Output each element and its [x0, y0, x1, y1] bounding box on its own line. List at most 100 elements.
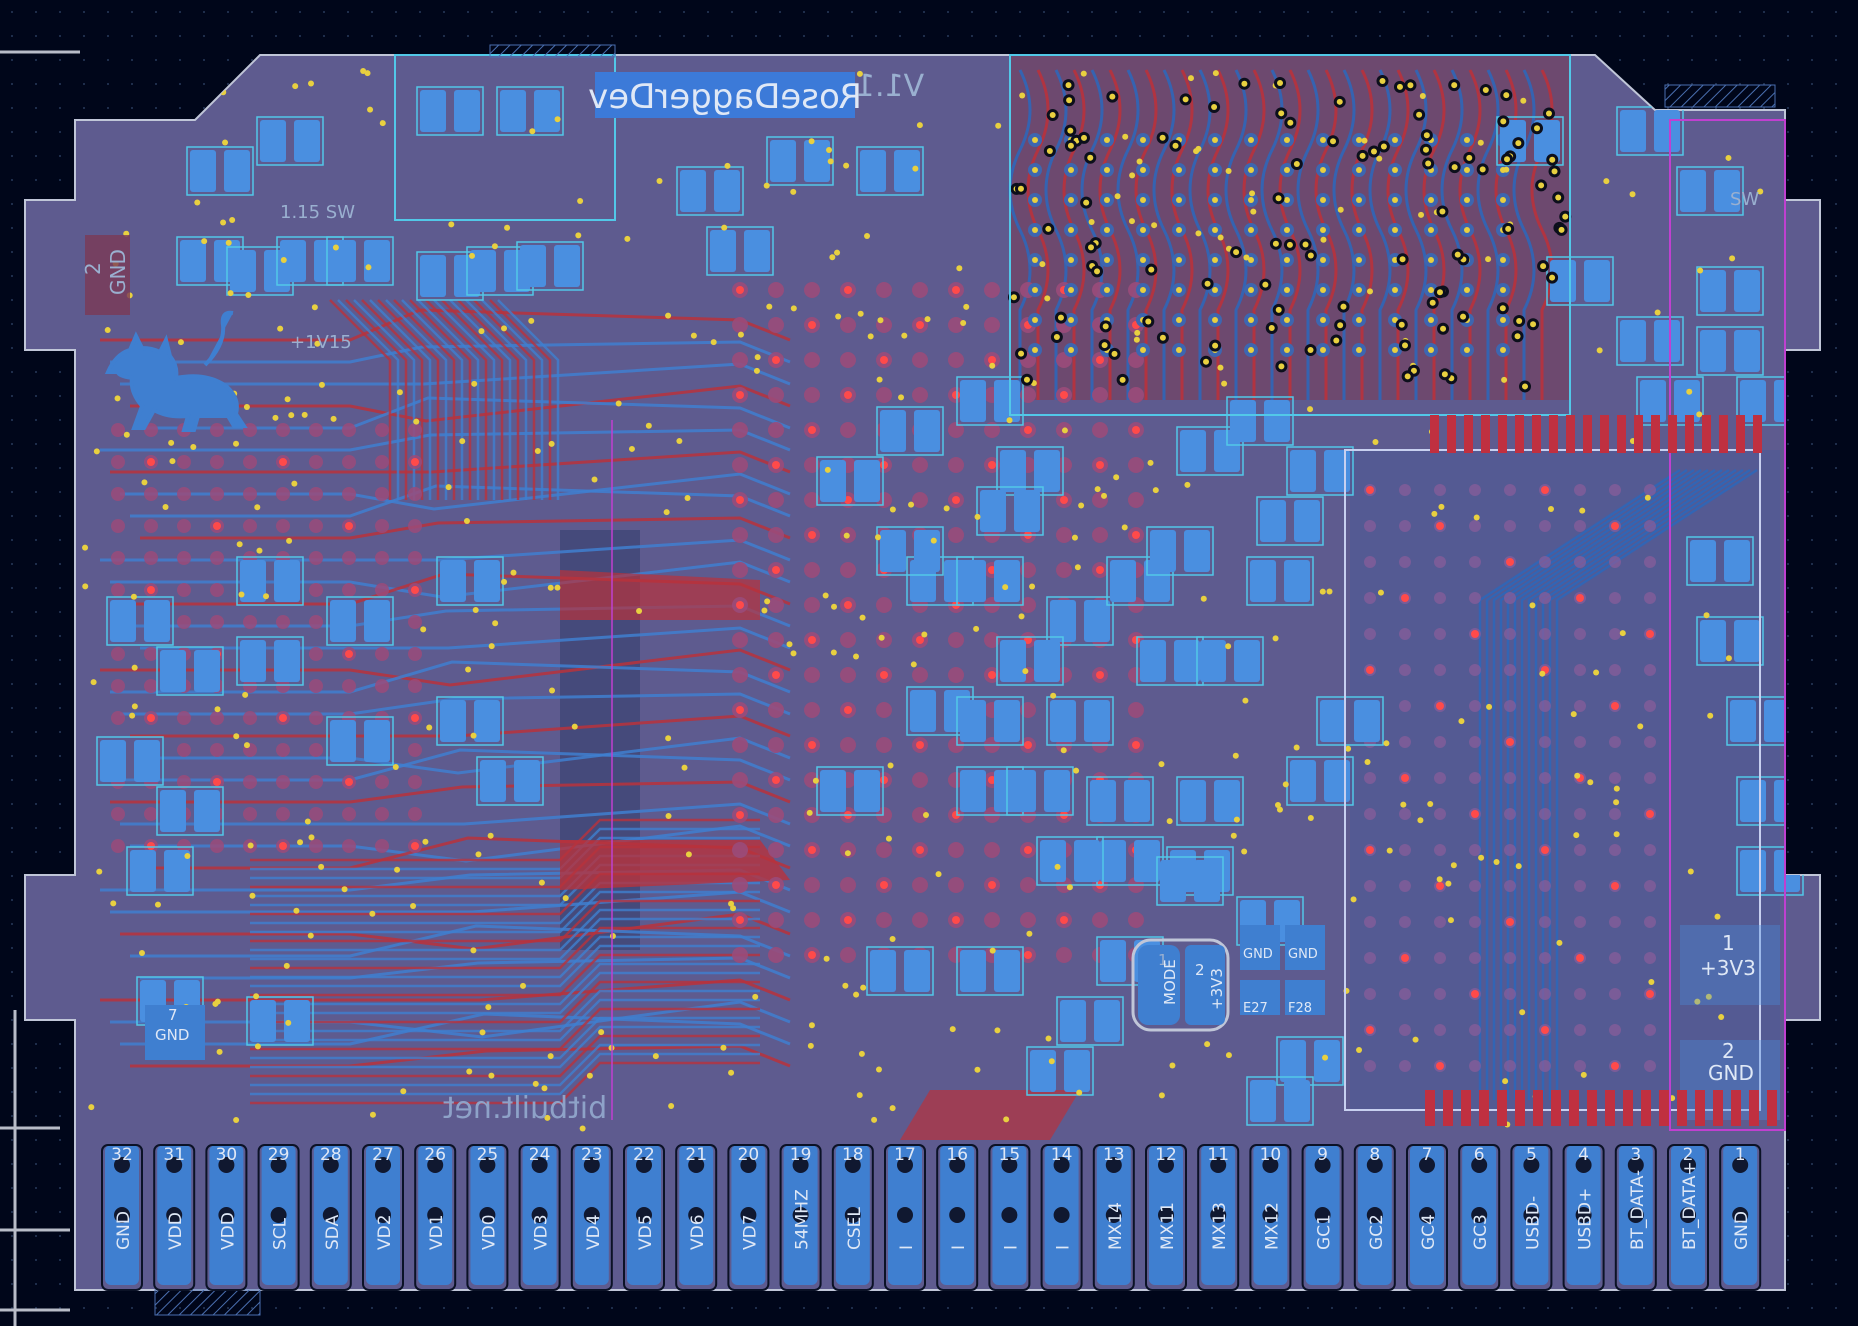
edge-finger-signal: I	[1001, 1245, 1021, 1250]
edge-finger-number: 6	[1474, 1145, 1485, 1165]
edge-finger[interactable]: 2BT_DATA+	[1667, 1144, 1709, 1291]
edge-finger-signal: I	[1054, 1245, 1074, 1250]
edge-finger-number: 23	[581, 1145, 603, 1165]
edge-finger[interactable]: 1 GND	[1719, 1144, 1762, 1291]
edge-finger-signal: BT_DATA+	[1680, 1161, 1700, 1250]
edge-finger[interactable]: 12 MX11	[1145, 1144, 1187, 1291]
edge-finger-number: 25	[477, 1145, 499, 1165]
edge-finger[interactable]: 4 USBD+	[1562, 1144, 1605, 1291]
edge-finger-signal: VD4	[584, 1214, 604, 1250]
edge-finger[interactable]: 32 GND	[101, 1144, 143, 1291]
edge-finger[interactable]: 21 VD6	[675, 1144, 718, 1291]
edge-finger[interactable]: 17 I	[884, 1144, 926, 1291]
edge-finger-number: 3	[1630, 1145, 1641, 1165]
edge-finger-signal: VD2	[375, 1214, 395, 1250]
edge-finger[interactable]: 30 VDD	[205, 1144, 248, 1291]
edge-finger-signal: MX11	[1158, 1202, 1178, 1250]
edge-finger-signal: VD3	[532, 1214, 552, 1250]
edge-finger-number: 28	[320, 1145, 342, 1165]
keepout-area	[1664, 84, 1776, 108]
edge-finger-number: 22	[633, 1145, 655, 1165]
edge-finger[interactable]: 19 54MHZ	[779, 1144, 822, 1291]
edge-finger-number: 12	[1155, 1145, 1177, 1165]
edge-finger[interactable]: 23 VD4	[570, 1144, 613, 1291]
edge-finger-signal: USBD+	[1576, 1188, 1596, 1250]
rail-1v15-label: +1V15	[290, 332, 352, 353]
pcb-canvas[interactable]: RoseDaggerDev V1.1 bitbuilt.net 2 GND +1…	[0, 0, 1858, 1326]
edge-finger-signal: GC2	[1367, 1214, 1387, 1250]
edge-finger-number: 24	[529, 1145, 551, 1165]
edge-finger-signal: MX12	[1262, 1202, 1282, 1250]
edge-finger-number: 9	[1317, 1145, 1328, 1165]
edge-finger[interactable]: 22 VD5	[623, 1144, 665, 1291]
gnd-small-label: GND	[155, 1026, 189, 1044]
edge-finger-number: 18	[842, 1145, 864, 1165]
edge-finger-signal: USBD-	[1523, 1196, 1543, 1250]
edge-finger[interactable]: 24 VD3	[518, 1144, 561, 1291]
pcb-view[interactable]: RoseDaggerDev V1.1 bitbuilt.net 2 GND +1…	[0, 0, 1858, 1326]
edge-finger[interactable]: 31 VDD	[153, 1144, 196, 1291]
edge-finger[interactable]: 29 SCL	[257, 1144, 300, 1291]
edge-finger-signal: BT_DATA-	[1628, 1170, 1648, 1250]
edge-finger-signal: VD0	[479, 1214, 499, 1250]
edge-finger[interactable]: 16 I	[936, 1144, 979, 1291]
edge-finger[interactable]: 5 USBD-	[1510, 1144, 1553, 1291]
edge-finger-number: 11	[1207, 1145, 1229, 1165]
edge-finger-signal: 54MHZ	[793, 1189, 813, 1250]
edge-finger-signal: MX14	[1106, 1202, 1126, 1250]
edge-finger[interactable]: 15 I	[988, 1144, 1031, 1291]
3v3-num: 2	[1195, 961, 1205, 979]
gnd-left-num: 2	[81, 262, 105, 275]
edge-finger[interactable]: 25 VD0	[466, 1144, 509, 1291]
edge-finger[interactable]: 28 SDA	[309, 1144, 352, 1291]
edge-finger-number: 20	[738, 1145, 760, 1165]
sw-right-label: SW	[1730, 189, 1759, 210]
edge-finger[interactable]: 9 GC1	[1301, 1144, 1344, 1291]
edge-finger[interactable]: 8 GC2	[1353, 1144, 1396, 1291]
right-gnd-num: 2	[1722, 1039, 1735, 1063]
edge-finger-number: 8	[1369, 1145, 1380, 1165]
edge-finger-signal: MX13	[1210, 1202, 1230, 1250]
edge-finger[interactable]: 26 VD1	[414, 1144, 457, 1291]
edge-finger-signal: GC4	[1419, 1214, 1439, 1250]
edge-finger-signal: GC1	[1315, 1214, 1335, 1250]
edge-finger-signal: VD5	[636, 1214, 656, 1250]
edge-finger[interactable]: 7 GC4	[1406, 1144, 1448, 1291]
edge-finger[interactable]: 6 GC3	[1458, 1144, 1501, 1291]
edge-finger-number: 5	[1526, 1145, 1537, 1165]
edge-finger-signal: SDA	[323, 1214, 343, 1250]
edge-finger-number: 16	[946, 1145, 968, 1165]
keepout-area	[489, 44, 616, 58]
edge-finger-signal: GC3	[1471, 1214, 1491, 1250]
gnd-mode-b: GND	[1288, 947, 1318, 962]
sw-label: 1.15 SW	[280, 202, 355, 223]
edge-finger[interactable]: 27 VD2	[362, 1144, 404, 1291]
edge-finger-signal: VDD	[218, 1212, 238, 1250]
gnd-mode-a: GND	[1243, 947, 1273, 962]
edge-finger-number: 21	[685, 1145, 707, 1165]
edge-finger-number: 32	[111, 1145, 133, 1165]
right-3v3-label: +3V3	[1700, 956, 1756, 980]
f28-label: F28	[1288, 1001, 1312, 1016]
edge-finger-number: 29	[268, 1145, 290, 1165]
edge-finger-number: 13	[1103, 1145, 1125, 1165]
gnd-small-num: 7	[168, 1006, 178, 1024]
edge-finger-number: 26	[424, 1145, 446, 1165]
edge-finger[interactable]: 11 MX13	[1197, 1144, 1240, 1291]
edge-finger-signal: GND	[114, 1211, 134, 1250]
edge-finger-signal: VDD	[166, 1212, 186, 1250]
edge-finger[interactable]: 18 CSEL	[831, 1144, 874, 1291]
edge-finger-signal: SCL	[271, 1217, 291, 1250]
edge-finger-number: 4	[1578, 1145, 1589, 1165]
edge-finger-number: 17	[894, 1145, 916, 1165]
edge-finger[interactable]: 13 MX14	[1092, 1144, 1135, 1291]
edge-finger-signal: I	[949, 1245, 969, 1250]
edge-finger[interactable]: 14 I	[1040, 1144, 1083, 1291]
edge-finger[interactable]: 10 MX12	[1249, 1144, 1292, 1291]
right-gnd-label: GND	[1708, 1061, 1754, 1085]
3v3-label: +3V3	[1208, 968, 1226, 1010]
edge-finger[interactable]: 20 VD7	[727, 1144, 770, 1291]
edge-finger-number: 7	[1422, 1145, 1433, 1165]
edge-finger[interactable]: 3 BT_DATA-	[1614, 1144, 1657, 1291]
right-3v3-num: 1	[1722, 931, 1735, 955]
